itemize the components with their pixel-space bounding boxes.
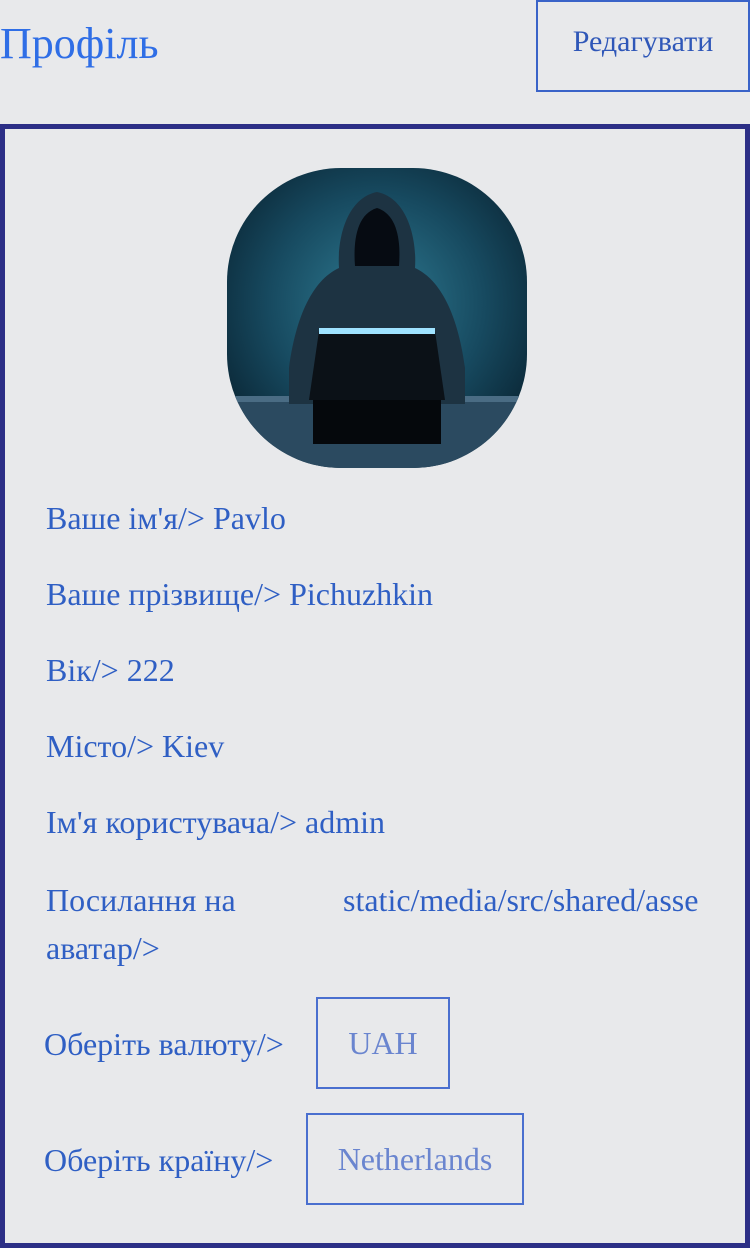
currency-label: Оберіть валюту/> (44, 1026, 284, 1062)
city-label: Місто/> (46, 728, 155, 764)
first-name-value: Pavlo (212, 500, 286, 536)
edit-button[interactable]: Редагувати (536, 0, 750, 92)
username-label: Ім'я користувача/> (46, 804, 298, 840)
first-name-row: Ваше ім'я/> Pavlo (46, 494, 286, 542)
age-value: 222 (126, 652, 175, 688)
currency-select[interactable]: UAH (316, 997, 450, 1089)
username-row: Ім'я користувача/> admin (46, 798, 385, 846)
last-name-label: Ваше прізвище/> (46, 576, 282, 612)
city-row: Місто/> Kiev (46, 722, 224, 770)
city-value: Kiev (162, 728, 225, 764)
avatar (227, 168, 527, 468)
hooded-hacker-avatar-image (227, 168, 527, 468)
country-label: Оберіть країну/> (44, 1142, 274, 1178)
username-value: admin (305, 804, 386, 840)
country-select[interactable]: Netherlands (306, 1113, 524, 1205)
last-name-row: Ваше прізвище/> Pichuzhkin (46, 570, 433, 618)
age-row: Вік/> 222 (46, 646, 175, 694)
profile-card: Ваше ім'я/> Pavlo Ваше прізвище/> Pichuzhk… (0, 124, 750, 1248)
first-name-label: Ваше ім'я/> (46, 500, 205, 536)
avatar-link-value: static/media/src/shared/asse (343, 882, 699, 918)
avatar-link-label: Посилання на аватар/> (46, 882, 236, 966)
page-title: Профіль (0, 19, 159, 68)
last-name-value: Pichuzhkin (289, 576, 434, 612)
age-label: Вік/> (46, 652, 119, 688)
